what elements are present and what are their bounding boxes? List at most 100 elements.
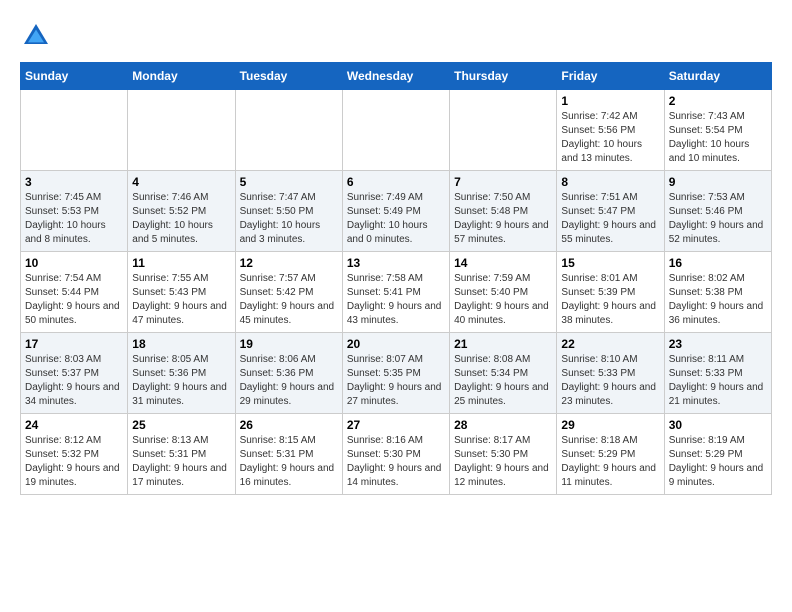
day-number: 5 [240, 175, 338, 189]
day-info: Sunrise: 8:07 AM Sunset: 5:35 PM Dayligh… [347, 353, 445, 409]
weekday-header-row: SundayMondayTuesdayWednesdayThursdayFrid… [21, 63, 772, 90]
day-cell [450, 90, 557, 171]
day-number: 1 [561, 94, 659, 108]
day-info: Sunrise: 8:11 AM Sunset: 5:33 PM Dayligh… [669, 353, 767, 409]
day-cell: 1 Sunrise: 7:42 AM Sunset: 5:56 PM Daylig… [557, 90, 664, 171]
day-info: Sunrise: 8:19 AM Sunset: 5:29 PM Dayligh… [669, 434, 767, 490]
day-number: 15 [561, 256, 659, 270]
day-info: Sunrise: 8:16 AM Sunset: 5:30 PM Dayligh… [347, 434, 445, 490]
day-info: Sunrise: 8:17 AM Sunset: 5:30 PM Dayligh… [454, 434, 552, 490]
page-header [20, 20, 772, 52]
weekday-header-wednesday: Wednesday [342, 63, 449, 90]
day-number: 13 [347, 256, 445, 270]
day-cell: 18 Sunrise: 8:05 AM Sunset: 5:36 PM Dayli… [128, 333, 235, 414]
day-number: 29 [561, 418, 659, 432]
day-info: Sunrise: 7:58 AM Sunset: 5:41 PM Dayligh… [347, 272, 445, 328]
day-info: Sunrise: 8:01 AM Sunset: 5:39 PM Dayligh… [561, 272, 659, 328]
day-cell: 9 Sunrise: 7:53 AM Sunset: 5:46 PM Daylig… [664, 171, 771, 252]
day-info: Sunrise: 7:55 AM Sunset: 5:43 PM Dayligh… [132, 272, 230, 328]
day-number: 21 [454, 337, 552, 351]
day-cell: 4 Sunrise: 7:46 AM Sunset: 5:52 PM Daylig… [128, 171, 235, 252]
day-number: 16 [669, 256, 767, 270]
day-info: Sunrise: 7:51 AM Sunset: 5:47 PM Dayligh… [561, 191, 659, 247]
day-info: Sunrise: 7:45 AM Sunset: 5:53 PM Dayligh… [25, 191, 123, 247]
day-number: 6 [347, 175, 445, 189]
day-cell: 23 Sunrise: 8:11 AM Sunset: 5:33 PM Dayli… [664, 333, 771, 414]
day-cell [235, 90, 342, 171]
weekday-header-monday: Monday [128, 63, 235, 90]
day-cell [342, 90, 449, 171]
weekday-header-sunday: Sunday [21, 63, 128, 90]
day-cell: 19Sunrise: 8:06 AM Sunset: 5:36 PM Dayli… [235, 333, 342, 414]
day-number: 7 [454, 175, 552, 189]
logo [20, 20, 56, 52]
day-number: 22 [561, 337, 659, 351]
day-cell: 29 Sunrise: 8:18 AM Sunset: 5:29 PM Dayli… [557, 414, 664, 495]
day-number: 12 [240, 256, 338, 270]
day-info: Sunrise: 8:15 AM Sunset: 5:31 PM Dayligh… [240, 434, 338, 490]
weekday-header-saturday: Saturday [664, 63, 771, 90]
day-info: Sunrise: 8:08 AM Sunset: 5:34 PM Dayligh… [454, 353, 552, 409]
day-cell: 3 Sunrise: 7:45 AM Sunset: 5:53 PM Daylig… [21, 171, 128, 252]
week-row-2: 3 Sunrise: 7:45 AM Sunset: 5:53 PM Daylig… [21, 171, 772, 252]
day-cell: 30 Sunrise: 8:19 AM Sunset: 5:29 PM Dayli… [664, 414, 771, 495]
day-number: 24 [25, 418, 123, 432]
day-cell: 14 Sunrise: 7:59 AM Sunset: 5:40 PM Dayli… [450, 252, 557, 333]
day-number: 26 [240, 418, 338, 432]
day-number: 30 [669, 418, 767, 432]
day-number: 8 [561, 175, 659, 189]
day-cell: 5 Sunrise: 7:47 AM Sunset: 5:50 PM Daylig… [235, 171, 342, 252]
day-cell: 13 Sunrise: 7:58 AM Sunset: 5:41 PM Dayli… [342, 252, 449, 333]
day-number: 23 [669, 337, 767, 351]
day-number: 9 [669, 175, 767, 189]
day-info: Sunrise: 8:05 AM Sunset: 5:36 PM Dayligh… [132, 353, 230, 409]
day-info: Sunrise: 7:54 AM Sunset: 5:44 PM Dayligh… [25, 272, 123, 328]
day-info: Sunrise: 8:03 AM Sunset: 5:37 PM Dayligh… [25, 353, 123, 409]
day-cell: 6 Sunrise: 7:49 AM Sunset: 5:49 PM Daylig… [342, 171, 449, 252]
week-row-1: 1 Sunrise: 7:42 AM Sunset: 5:56 PM Daylig… [21, 90, 772, 171]
day-info: Sunrise: 7:42 AM Sunset: 5:56 PM Dayligh… [561, 110, 659, 166]
day-cell: 12 Sunrise: 7:57 AM Sunset: 5:42 PM Dayli… [235, 252, 342, 333]
day-info: Sunrise: 8:02 AM Sunset: 5:38 PM Dayligh… [669, 272, 767, 328]
day-cell: 20 Sunrise: 8:07 AM Sunset: 5:35 PM Dayli… [342, 333, 449, 414]
day-cell: 15 Sunrise: 8:01 AM Sunset: 5:39 PM Dayli… [557, 252, 664, 333]
logo-icon [20, 20, 52, 52]
day-info: Sunrise: 7:50 AM Sunset: 5:48 PM Dayligh… [454, 191, 552, 247]
day-cell: 10Sunrise: 7:54 AM Sunset: 5:44 PM Dayli… [21, 252, 128, 333]
day-info: Sunrise: 8:10 AM Sunset: 5:33 PM Dayligh… [561, 353, 659, 409]
day-cell: 26 Sunrise: 8:15 AM Sunset: 5:31 PM Dayli… [235, 414, 342, 495]
day-number: 17 [25, 337, 123, 351]
day-info: Sunrise: 8:12 AM Sunset: 5:32 PM Dayligh… [25, 434, 123, 490]
day-cell: 24 Sunrise: 8:12 AM Sunset: 5:32 PM Dayli… [21, 414, 128, 495]
day-number: 25 [132, 418, 230, 432]
day-cell: 11 Sunrise: 7:55 AM Sunset: 5:43 PM Dayli… [128, 252, 235, 333]
day-info: Sunrise: 7:46 AM Sunset: 5:52 PM Dayligh… [132, 191, 230, 247]
day-cell: 27Sunrise: 8:16 AM Sunset: 5:30 PM Dayli… [342, 414, 449, 495]
day-number: 28 [454, 418, 552, 432]
day-number: 2 [669, 94, 767, 108]
day-cell [21, 90, 128, 171]
day-info: Sunrise: 7:57 AM Sunset: 5:42 PM Dayligh… [240, 272, 338, 328]
day-info: Sunrise: 8:06 AM Sunset: 5:36 PM Dayligh… [240, 353, 338, 409]
day-number: 11 [132, 256, 230, 270]
day-number: 4 [132, 175, 230, 189]
weekday-header-friday: Friday [557, 63, 664, 90]
day-cell: 16 Sunrise: 8:02 AM Sunset: 5:38 PM Dayli… [664, 252, 771, 333]
day-cell: 25Sunrise: 8:13 AM Sunset: 5:31 PM Dayli… [128, 414, 235, 495]
day-number: 14 [454, 256, 552, 270]
day-info: Sunrise: 7:49 AM Sunset: 5:49 PM Dayligh… [347, 191, 445, 247]
day-cell: 17 Sunrise: 8:03 AM Sunset: 5:37 PM Dayli… [21, 333, 128, 414]
week-row-4: 17 Sunrise: 8:03 AM Sunset: 5:37 PM Dayli… [21, 333, 772, 414]
calendar-table: SundayMondayTuesdayWednesdayThursdayFrid… [20, 62, 772, 495]
day-info: Sunrise: 7:43 AM Sunset: 5:54 PM Dayligh… [669, 110, 767, 166]
day-number: 18 [132, 337, 230, 351]
day-info: Sunrise: 7:59 AM Sunset: 5:40 PM Dayligh… [454, 272, 552, 328]
day-number: 20 [347, 337, 445, 351]
day-info: Sunrise: 7:53 AM Sunset: 5:46 PM Dayligh… [669, 191, 767, 247]
day-cell: 2 Sunrise: 7:43 AM Sunset: 5:54 PM Daylig… [664, 90, 771, 171]
day-info: Sunrise: 7:47 AM Sunset: 5:50 PM Dayligh… [240, 191, 338, 247]
day-number: 3 [25, 175, 123, 189]
day-info: Sunrise: 8:18 AM Sunset: 5:29 PM Dayligh… [561, 434, 659, 490]
day-cell: 28 Sunrise: 8:17 AM Sunset: 5:30 PM Dayli… [450, 414, 557, 495]
week-row-5: 24 Sunrise: 8:12 AM Sunset: 5:32 PM Dayli… [21, 414, 772, 495]
